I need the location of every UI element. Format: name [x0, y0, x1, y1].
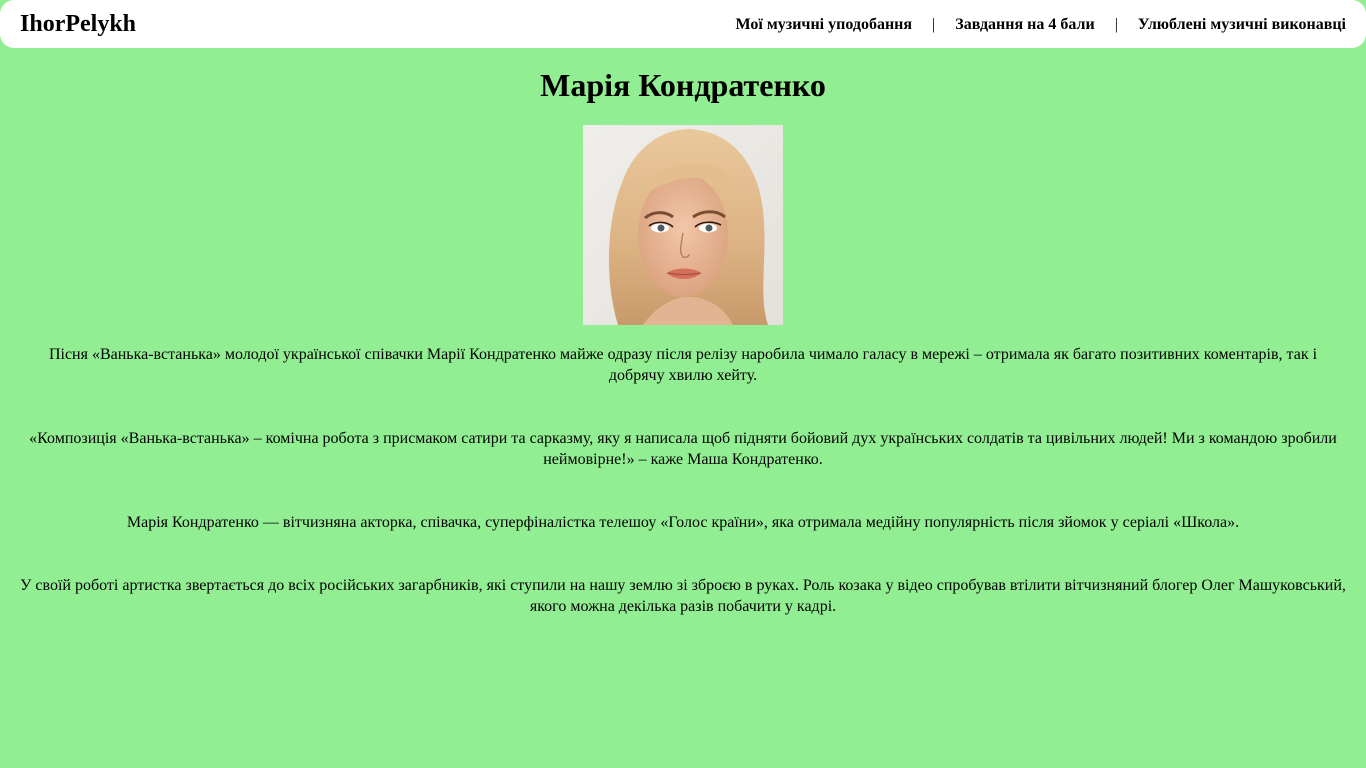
nav-separator: | — [932, 16, 936, 33]
paragraph-video: У своїй роботі артистка звертається до в… — [20, 577, 1346, 615]
brand-logo-link[interactable]: IhorPelykh — [20, 10, 136, 38]
main-nav: Мої музичні уподобання | Завдання на 4 б… — [736, 15, 1346, 35]
paragraph-bio: Марія Кондратенко — вітчизняна акторка, … — [126, 514, 1240, 531]
nav-separator: | — [1114, 16, 1118, 33]
nav-link-task-4-points[interactable]: Завдання на 4 бали — [955, 15, 1094, 35]
nav-link-favorite-artists[interactable]: Улюблені музичні виконавці — [1138, 15, 1346, 35]
nav-link-music-preferences[interactable]: Мої музичні уподобання — [736, 15, 913, 35]
paragraph-intro: Пісня «Ванька-встанька» молодої українсь… — [48, 346, 1318, 384]
page-title: Марія Кондратенко — [540, 67, 826, 103]
paragraph-quote: «Композиція «Ванька-встанька» – комічна … — [29, 430, 1337, 468]
main-content: Марія Кондратенко Пісня «Ванька-встанька… — [0, 48, 1366, 617]
artist-portrait-image — [583, 125, 783, 325]
top-navbar: IhorPelykh Мої музичні уподобання | Завд… — [0, 0, 1366, 48]
